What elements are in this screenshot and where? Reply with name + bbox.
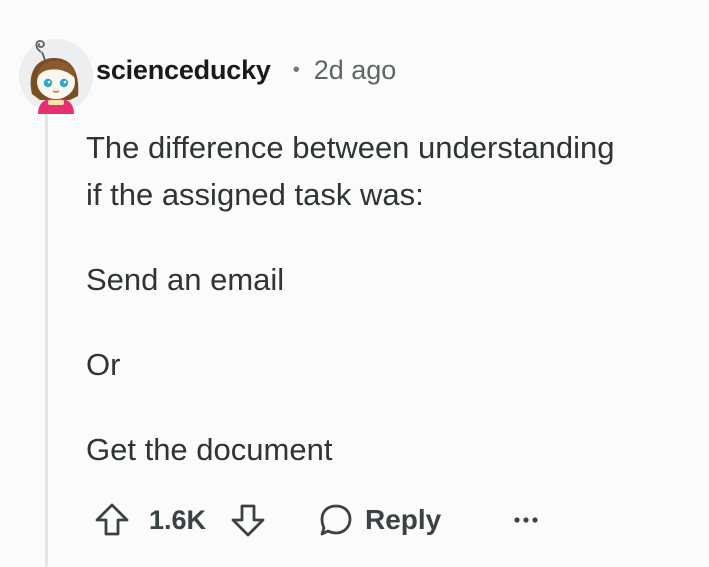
speech-bubble-icon	[320, 504, 352, 536]
comment-text-line: Send an email	[86, 262, 285, 297]
timestamp[interactable]: 2d ago	[314, 55, 397, 86]
user-avatar[interactable]	[18, 38, 94, 114]
comment-actions: 1.6K Reply	[93, 497, 553, 543]
comment: scienceducky • 2d ago The difference bet…	[0, 0, 709, 567]
downvote-button[interactable]	[229, 497, 267, 543]
vote-score: 1.6K	[149, 505, 207, 535]
more-options-button[interactable]	[513, 497, 539, 543]
more-options-icon	[514, 517, 538, 523]
comment-text-line: if the assigned task was:	[86, 177, 424, 212]
reply-label: Reply	[365, 504, 442, 535]
separator-dot: •	[292, 58, 300, 81]
username-link[interactable]: scienceducky	[96, 55, 271, 86]
upvote-button[interactable]	[93, 497, 131, 543]
comment-text-line: Get the document	[86, 432, 333, 467]
thread-line[interactable]	[45, 113, 48, 567]
reply-button[interactable]: Reply	[319, 497, 441, 543]
comment-text-line: Or	[86, 347, 121, 382]
comment-text-line: The difference between understanding	[86, 130, 615, 165]
upvote-arrow-icon	[95, 503, 129, 536]
downvote-arrow-icon	[231, 504, 265, 537]
comment-header: scienceducky • 2d ago	[96, 50, 396, 90]
